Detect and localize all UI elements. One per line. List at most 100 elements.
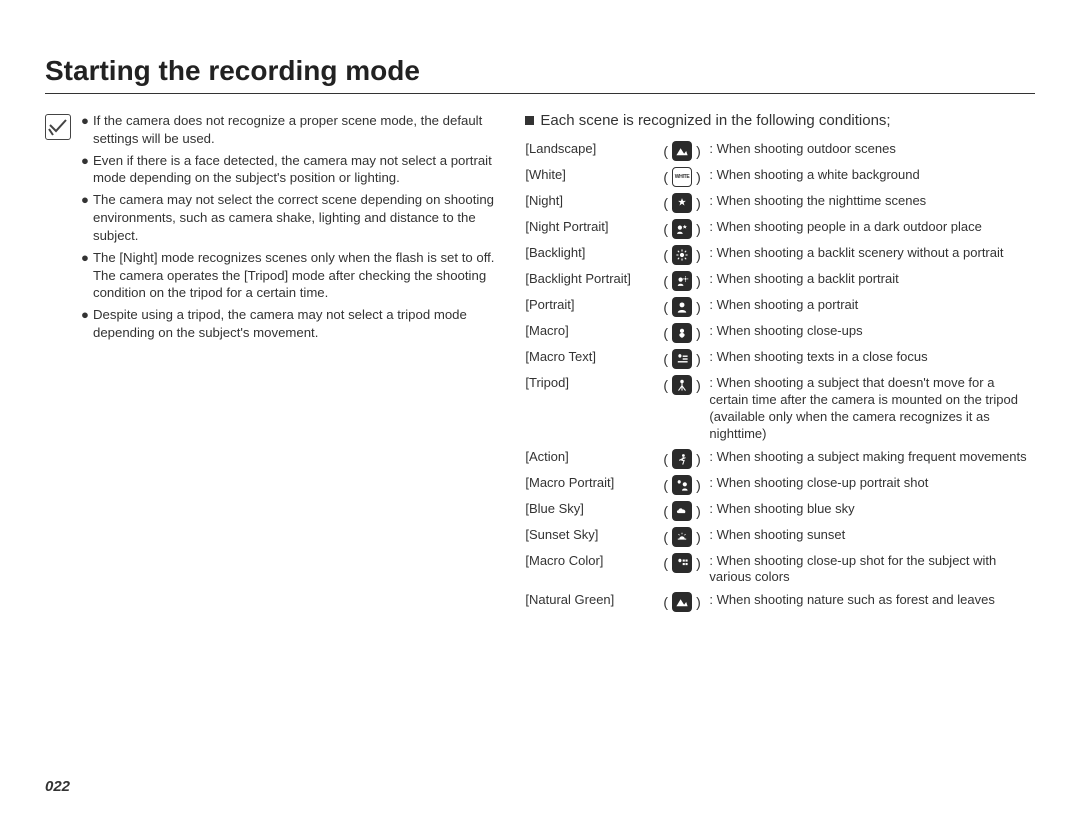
scene-row: [Action]() : When shooting a subject mak…	[525, 449, 1035, 469]
bullet-text: The [Night] mode recognizes scenes only …	[93, 249, 503, 302]
bullet-dot: ●	[81, 112, 93, 148]
scene-icon-wrap: ()	[663, 592, 705, 612]
scene-description: : When shooting close-ups	[705, 323, 1035, 340]
scene-description: : When shooting a white background	[705, 167, 1035, 184]
scene-label: [Macro Text]	[525, 349, 663, 366]
bullet-item: ●Despite using a tripod, the camera may …	[81, 306, 503, 342]
scene-row: [Sunset Sky]() : When shooting sunset	[525, 527, 1035, 547]
backlight-icon	[672, 245, 692, 265]
paren-open: (	[663, 196, 668, 210]
macro-text-icon	[672, 349, 692, 369]
landscape-icon	[672, 141, 692, 161]
scene-label: [Natural Green]	[525, 592, 663, 609]
scene-row: [Natural Green]() : When shooting nature…	[525, 592, 1035, 612]
action-icon	[672, 449, 692, 469]
scene-icon-wrap: ( WHITE)	[663, 167, 705, 187]
manual-page: Starting the recording mode ●If the came…	[0, 0, 1080, 815]
paren-close: )	[696, 352, 701, 366]
scene-row: [Backlight Portrait]() : When shooting a…	[525, 271, 1035, 291]
scene-icon-wrap: ()	[663, 501, 705, 521]
scene-description: : When shooting close-up shot for the su…	[705, 553, 1035, 587]
paren-close: )	[696, 196, 701, 210]
scene-row: [Blue Sky]() : When shooting blue sky	[525, 501, 1035, 521]
night-icon	[672, 193, 692, 213]
paren-open: (	[663, 378, 668, 392]
scene-description: : When shooting the nighttime scenes	[705, 193, 1035, 210]
page-number: 022	[45, 778, 70, 795]
scene-icon-wrap: ()	[663, 527, 705, 547]
macro-icon	[672, 323, 692, 343]
portrait-icon	[672, 297, 692, 317]
bullet-text: If the camera does not recognize a prope…	[93, 112, 503, 148]
bullet-text: The camera may not select the correct sc…	[93, 191, 503, 244]
paren-close: )	[696, 478, 701, 492]
scene-label: [Backlight Portrait]	[525, 271, 663, 288]
scene-list: [Landscape]() : When shooting outdoor sc…	[525, 141, 1035, 612]
scene-label: [Macro]	[525, 323, 663, 340]
scene-icon-wrap: ()	[663, 375, 705, 395]
scene-heading-text: Each scene is recognized in the followin…	[540, 112, 890, 129]
scene-row: [Macro Portrait]() : When shooting close…	[525, 475, 1035, 495]
bullet-text: Despite using a tripod, the camera may n…	[93, 306, 503, 342]
scene-icon-wrap: ()	[663, 475, 705, 495]
paren-close: )	[696, 556, 701, 570]
bullet-dot: ●	[81, 152, 93, 188]
scene-label: [Portrait]	[525, 297, 663, 314]
scene-description: : When shooting a backlit portrait	[705, 271, 1035, 288]
scene-description: : When shooting a subject that doesn't m…	[705, 375, 1035, 443]
bullet-dot: ●	[81, 191, 93, 244]
scene-description: : When shooting sunset	[705, 527, 1035, 544]
paren-open: (	[663, 530, 668, 544]
scene-icon-wrap: ()	[663, 323, 705, 343]
paren-close: )	[696, 326, 701, 340]
paren-open: (	[663, 452, 668, 466]
scene-description: : When shooting a portrait	[705, 297, 1035, 314]
bullet-dot: ●	[81, 249, 93, 302]
paren-close: )	[696, 170, 701, 184]
paren-open: (	[663, 274, 668, 288]
paren-close: )	[696, 452, 701, 466]
scene-row: [Night Portrait]() : When shooting peopl…	[525, 219, 1035, 239]
paren-open: (	[663, 170, 668, 184]
scene-label: [Landscape]	[525, 141, 663, 158]
content-columns: ●If the camera does not recognize a prop…	[45, 112, 1035, 618]
scene-description: : When shooting blue sky	[705, 501, 1035, 518]
scene-icon-wrap: ()	[663, 219, 705, 239]
blue-sky-icon	[672, 501, 692, 521]
paren-open: (	[663, 222, 668, 236]
scene-label: [Sunset Sky]	[525, 527, 663, 544]
paren-open: (	[663, 144, 668, 158]
macro-color-icon	[672, 553, 692, 573]
paren-close: )	[696, 595, 701, 609]
bullet-item: ●If the camera does not recognize a prop…	[81, 112, 503, 148]
bullet-item: ●The [Night] mode recognizes scenes only…	[81, 249, 503, 302]
left-column: ●If the camera does not recognize a prop…	[45, 112, 515, 346]
note-icon	[45, 114, 71, 140]
scene-icon-wrap: ()	[663, 449, 705, 469]
scene-icon-wrap: ()	[663, 349, 705, 369]
paren-close: )	[696, 530, 701, 544]
white-icon: WHITE	[672, 167, 692, 187]
scene-row: [Backlight]() : When shooting a backlit …	[525, 245, 1035, 265]
note-bullet-list: ●If the camera does not recognize a prop…	[81, 112, 515, 346]
bullet-item: ●The camera may not select the correct s…	[81, 191, 503, 244]
scene-description: : When shooting people in a dark outdoor…	[705, 219, 1035, 236]
scene-icon-wrap: ()	[663, 141, 705, 161]
natural-green-icon	[672, 592, 692, 612]
paren-close: )	[696, 378, 701, 392]
paren-open: (	[663, 504, 668, 518]
macro-portrait-icon	[672, 475, 692, 495]
scene-row: [Landscape]() : When shooting outdoor sc…	[525, 141, 1035, 161]
scene-icon-wrap: ()	[663, 193, 705, 213]
scene-heading: Each scene is recognized in the followin…	[525, 112, 1035, 129]
square-bullet-icon	[525, 116, 534, 125]
bullet-item: ●Even if there is a face detected, the c…	[81, 152, 503, 188]
scene-icon-wrap: ()	[663, 297, 705, 317]
page-title: Starting the recording mode	[45, 55, 1035, 94]
scene-description: : When shooting a backlit scenery withou…	[705, 245, 1035, 262]
paren-close: )	[696, 248, 701, 262]
scene-icon-wrap: ()	[663, 553, 705, 573]
right-column: Each scene is recognized in the followin…	[515, 112, 1035, 618]
scene-description: : When shooting texts in a close focus	[705, 349, 1035, 366]
paren-open: (	[663, 478, 668, 492]
